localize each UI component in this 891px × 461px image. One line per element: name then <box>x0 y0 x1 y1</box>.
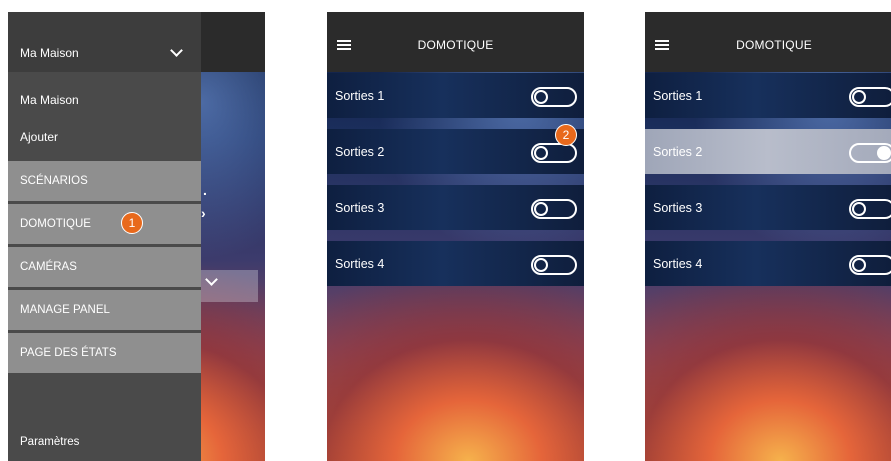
output-label: Sorties 4 <box>335 257 385 271</box>
toggle-switch[interactable] <box>531 87 577 107</box>
toggle-switch[interactable] <box>849 87 891 107</box>
toggle-switch[interactable] <box>531 255 577 275</box>
output-row: Sorties 1 <box>327 73 584 118</box>
background-glyph: . <box>203 182 207 198</box>
menu-item-scenarios[interactable]: SCÉNARIOS <box>8 161 201 201</box>
output-row: Sorties 4 <box>327 241 584 286</box>
output-label: Sorties 1 <box>653 89 703 103</box>
toggle-switch[interactable] <box>849 199 891 219</box>
navigation-drawer: Ma Maison Ma Maison Ajouter SCÉNARIOS DO… <box>8 12 201 461</box>
output-row: Sorties 4 <box>645 241 891 286</box>
menu-item-domotique[interactable]: DOMOTIQUE <box>8 204 201 244</box>
output-row: Sorties 3 <box>645 185 891 230</box>
step-badge: 1 <box>121 212 143 234</box>
screen-domotique: DOMOTIQUE Sorties 1 Sorties 2 Sorties 3 … <box>327 12 584 461</box>
top-bar: DOMOTIQUE <box>645 12 891 72</box>
home-item[interactable]: Ma Maison <box>20 93 79 107</box>
page-title: DOMOTIQUE <box>417 38 494 52</box>
output-label: Sorties 3 <box>653 201 703 215</box>
output-label: Sorties 4 <box>653 257 703 271</box>
output-label: Sorties 2 <box>335 145 385 159</box>
home-selector-label: Ma Maison <box>20 46 79 60</box>
background-glyph: › <box>201 205 206 221</box>
page-title: DOMOTIQUE <box>736 38 812 52</box>
add-home-item[interactable]: Ajouter <box>20 130 58 144</box>
output-label: Sorties 3 <box>335 201 385 215</box>
toggle-switch[interactable] <box>531 199 577 219</box>
settings-item[interactable]: Paramètres <box>20 436 79 448</box>
menu-item-manage-panel[interactable]: MANAGE PANEL <box>8 290 201 330</box>
output-row: Sorties 2 <box>645 129 891 174</box>
chevron-down-icon <box>170 44 183 57</box>
menu-item-page-des-etats[interactable]: PAGE DES ÉTATS <box>8 333 201 373</box>
toggle-switch[interactable] <box>849 143 891 163</box>
output-row: Sorties 2 <box>327 129 584 174</box>
menu-item-cameras[interactable]: CAMÉRAS <box>8 247 201 287</box>
output-label: Sorties 2 <box>653 145 703 159</box>
screen-domotique-active: DOMOTIQUE Sorties 1 Sorties 2 Sorties 3 … <box>645 12 891 461</box>
top-bar <box>201 12 265 72</box>
output-row: Sorties 3 <box>327 185 584 230</box>
output-row: Sorties 1 <box>645 73 891 118</box>
toggle-switch[interactable] <box>849 255 891 275</box>
screen-menu: . › Ma Maison Ma Maison Ajouter SCÉNARIO… <box>8 12 265 461</box>
toggle-switch[interactable] <box>531 143 577 163</box>
step-badge: 2 <box>555 124 577 146</box>
top-bar: DOMOTIQUE <box>327 12 584 72</box>
output-label: Sorties 1 <box>335 89 385 103</box>
home-selector[interactable]: Ma Maison <box>8 12 201 72</box>
